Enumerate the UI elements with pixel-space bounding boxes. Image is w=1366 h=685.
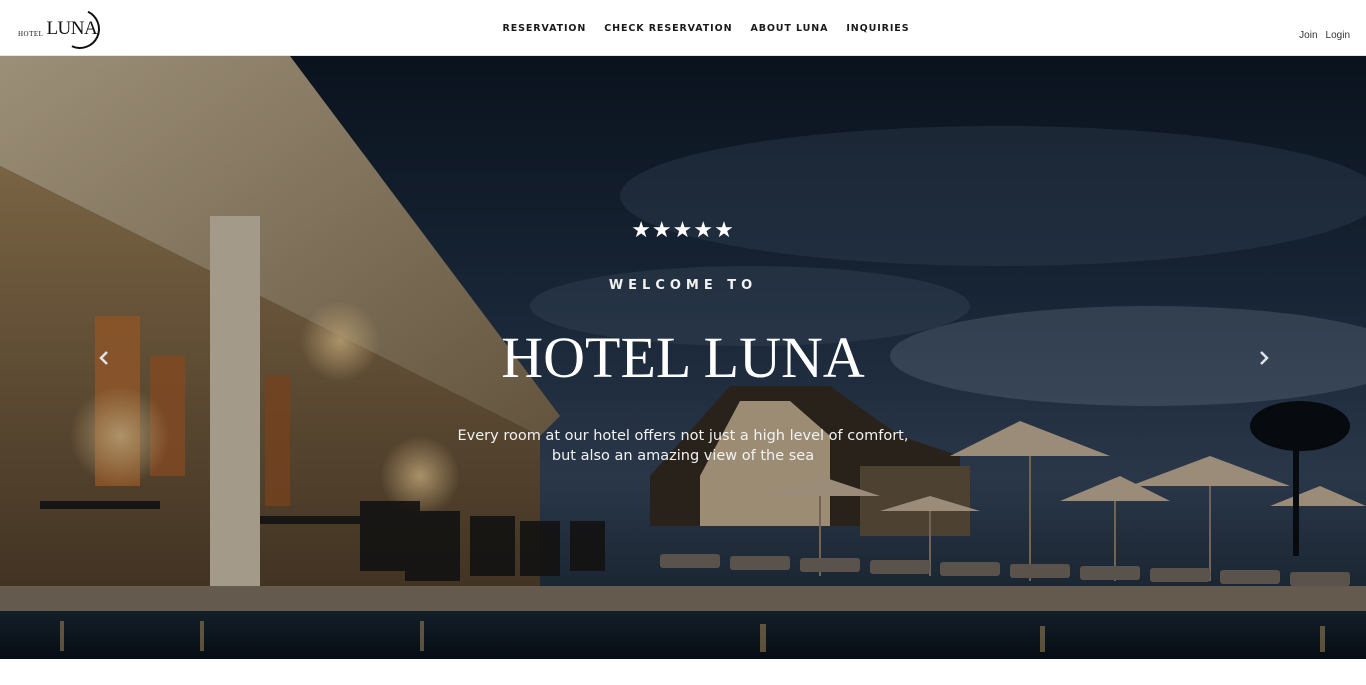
tagline-line-2: but also an amazing view of the sea — [551, 448, 815, 464]
chevron-left-icon — [99, 351, 108, 365]
welcome-heading: WELCOME TO — [608, 278, 758, 293]
nav-inquiries[interactable]: INQUIRIES — [837, 23, 918, 34]
main-nav: RESERVATION CHECK RESERVATION ABOUT LUNA… — [0, 0, 1366, 56]
tagline-line-1: Every room at our hotel offers not just … — [457, 428, 909, 444]
logo-small-text: HOTEL — [18, 30, 44, 38]
hero-carousel: ★★★★★ WELCOME TO HOTEL LUNA Every room a… — [0, 56, 1366, 659]
hero-content: ★★★★★ WELCOME TO HOTEL LUNA Every room a… — [0, 56, 1366, 659]
page-below-hero — [0, 659, 1366, 685]
nav-check-reservation[interactable]: CHECK RESERVATION — [595, 23, 741, 34]
auth-links: Join Login — [1299, 30, 1350, 41]
hotel-luna-logo[interactable]: HOTEL LUNA — [18, 3, 106, 55]
nav-reservation[interactable]: RESERVATION — [494, 23, 596, 34]
crescent-moon-icon — [54, 3, 106, 55]
hero-tagline: Every room at our hotel offers not just … — [0, 426, 1366, 466]
nav-about-luna[interactable]: ABOUT LUNA — [741, 23, 837, 34]
login-link[interactable]: Login — [1326, 30, 1350, 41]
five-star-rating: ★★★★★ — [631, 218, 735, 243]
join-link[interactable]: Join — [1299, 30, 1317, 41]
chevron-right-icon — [1260, 351, 1269, 365]
carousel-prev-button[interactable] — [94, 347, 114, 369]
carousel-next-button[interactable] — [1254, 347, 1274, 369]
hero-title: HOTEL LUNA — [501, 325, 865, 390]
site-header: HOTEL LUNA RESERVATION CHECK RESERVATION… — [0, 0, 1366, 56]
